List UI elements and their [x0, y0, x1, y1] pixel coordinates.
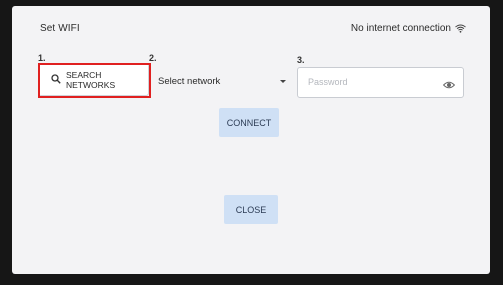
- chevron-down-icon: [280, 79, 286, 83]
- step-3-label: 3.: [297, 55, 305, 65]
- wifi-settings-screen: Set WIFI No internet connection 1. 2. 3.…: [12, 6, 490, 274]
- step-1-label: 1.: [38, 53, 46, 63]
- network-select[interactable]: Select network: [156, 68, 288, 94]
- close-button[interactable]: CLOSE: [224, 195, 278, 224]
- search-icon: [51, 73, 61, 86]
- connect-button[interactable]: CONNECT: [219, 108, 279, 137]
- search-networks-button[interactable]: SEARCH NETWORKS: [38, 63, 149, 96]
- password-field[interactable]: [297, 67, 464, 98]
- search-networks-label: SEARCH NETWORKS: [66, 69, 116, 90]
- password-input[interactable]: [306, 76, 440, 88]
- wifi-icon: [455, 24, 466, 33]
- status-text: No internet connection: [350, 23, 451, 34]
- eye-icon[interactable]: [442, 77, 456, 95]
- step-2-label: 2.: [149, 53, 157, 63]
- connection-status: No internet connection: [351, 23, 466, 34]
- page-title: Set WIFI: [40, 23, 80, 34]
- network-select-value: Select network: [158, 75, 221, 87]
